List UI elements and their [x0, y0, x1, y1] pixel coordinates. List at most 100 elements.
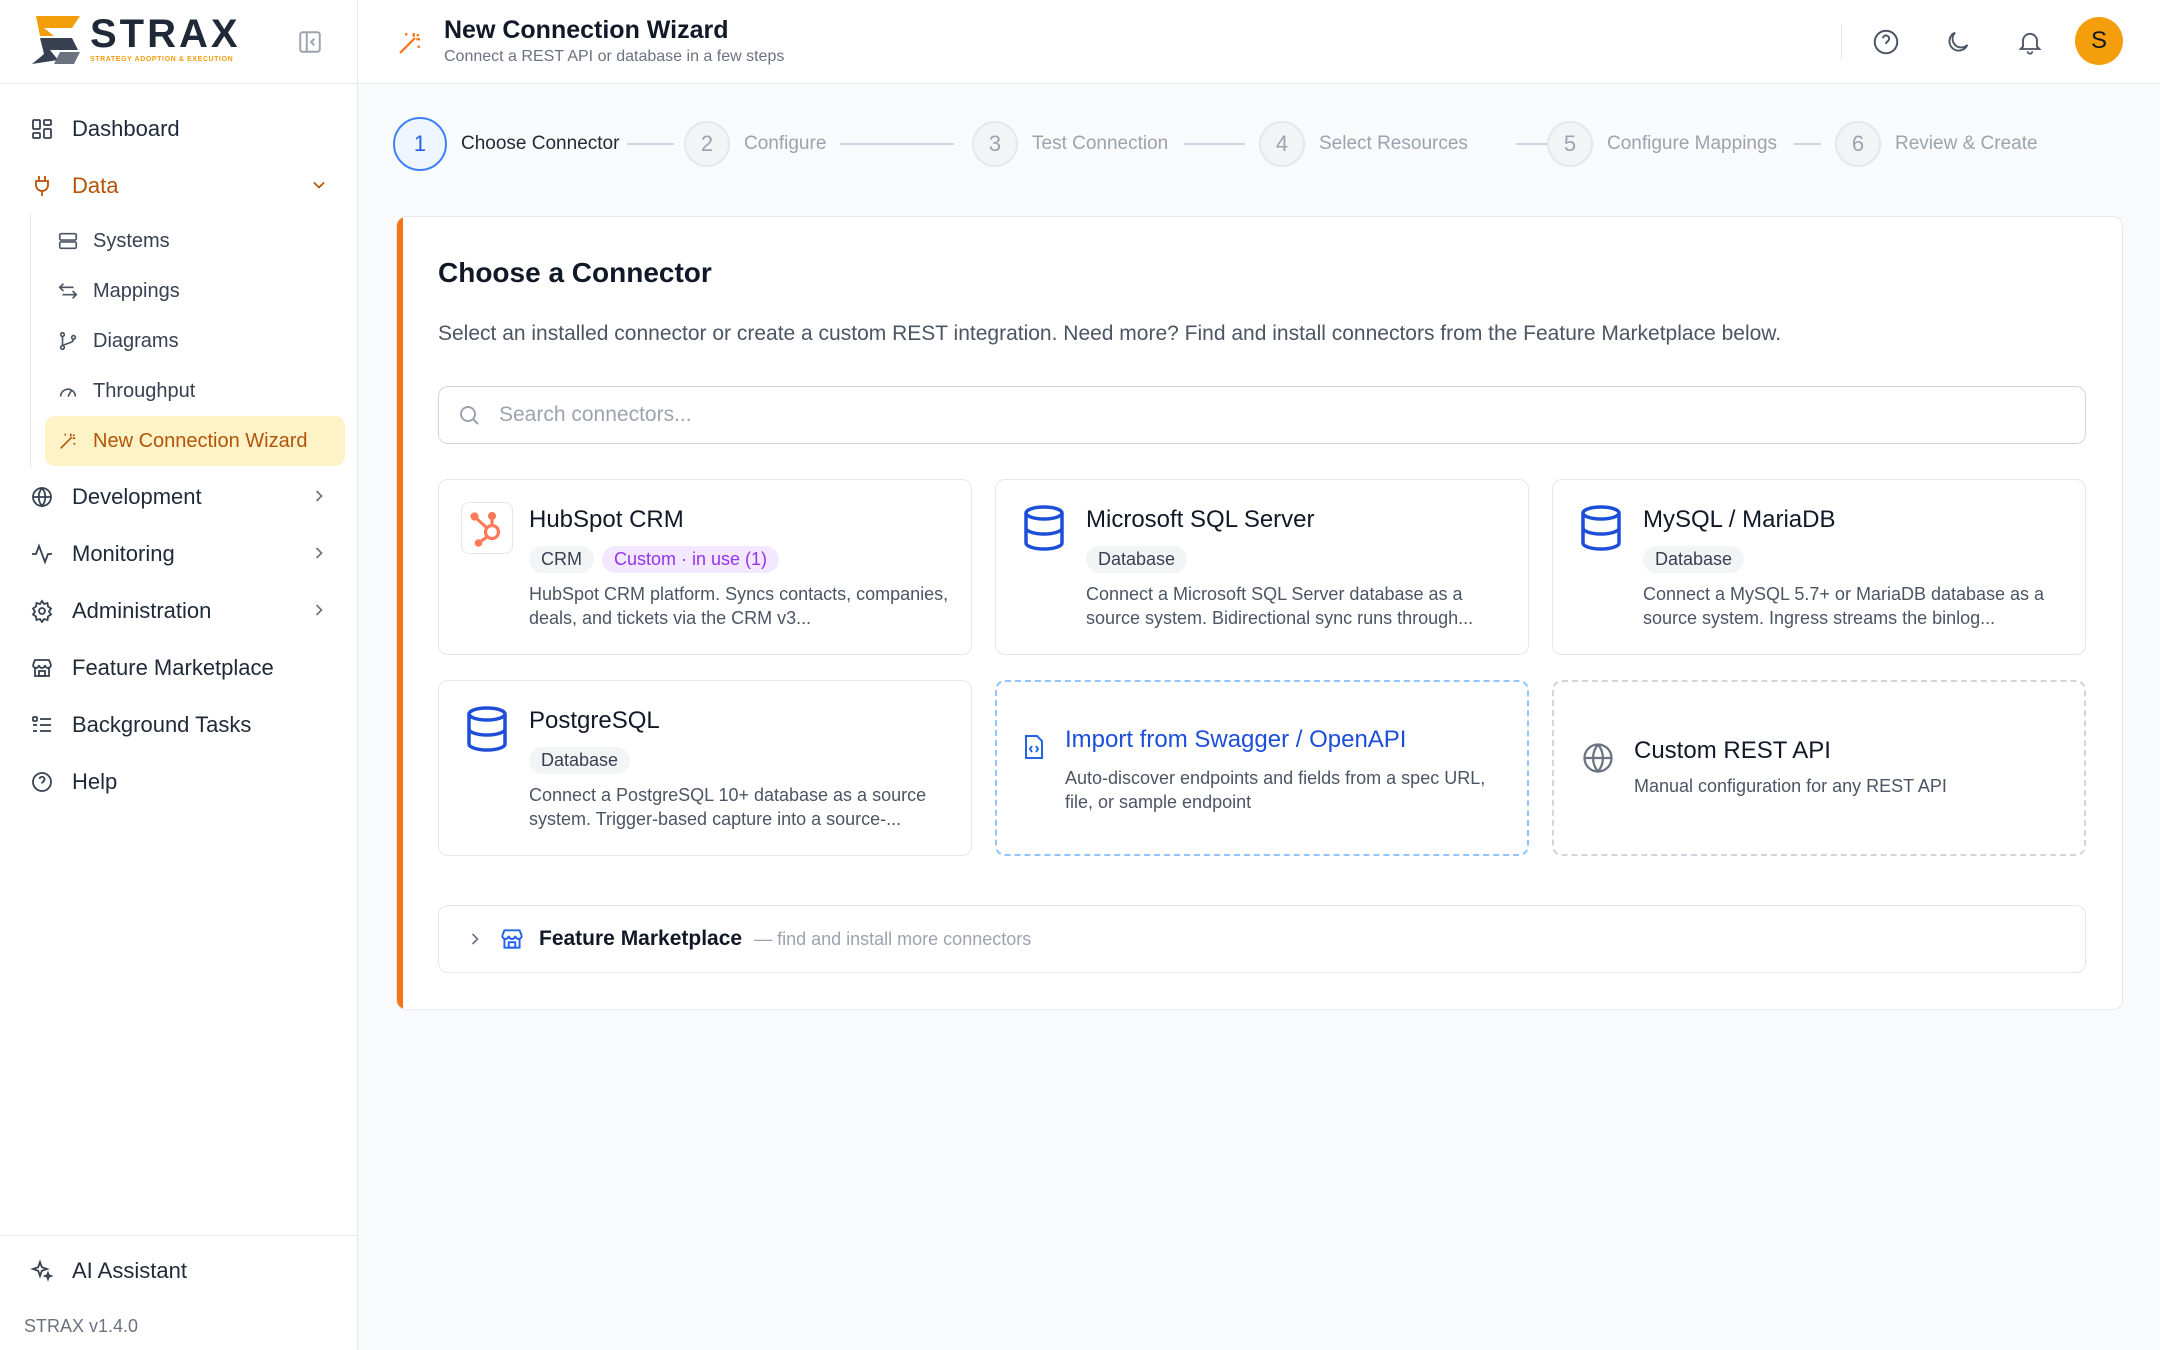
store-icon [32, 658, 52, 677]
swagger-title: Import from Swagger / OpenAPI [1065, 726, 1407, 753]
step-connector [840, 143, 954, 145]
step-4[interactable]: 4 Select Resources [1259, 117, 1468, 171]
top-bar: New Connection Wizard Connect a REST API… [359, 0, 2160, 84]
sidebar-item-diagrams[interactable]: Diagrams [45, 316, 345, 366]
sidebar-item-systems[interactable]: Systems [45, 216, 345, 266]
step-number: 1 [393, 117, 447, 171]
sidebar-item-help[interactable]: Help [0, 753, 357, 810]
step-5[interactable]: 5 Configure Mappings [1547, 117, 1777, 171]
sidebar-item-administration[interactable]: Administration [0, 582, 357, 639]
help-icon [1873, 29, 1899, 55]
connector-name: PostgreSQL [529, 707, 660, 734]
connector-search[interactable] [438, 386, 2086, 444]
user-avatar[interactable]: S [2075, 17, 2123, 65]
sidebar-item-feature-marketplace[interactable]: Feature Marketplace [0, 639, 357, 696]
page-subtitle: Connect a REST API or database in a few … [444, 48, 785, 65]
category-badge: Database [1086, 546, 1188, 573]
connector-card-mssql[interactable]: Microsoft SQL Server Database Connect a … [995, 479, 1529, 655]
step-1[interactable]: 1 Choose Connector [393, 117, 619, 171]
step-2[interactable]: 2 Configure [684, 117, 826, 171]
brand-name: STRAX [90, 12, 241, 56]
notifications-button[interactable] [2012, 24, 2048, 60]
sidebar-item-throughput[interactable]: Throughput [45, 366, 345, 416]
custom-rest-description: Manual configuration for any REST API [1634, 776, 1947, 796]
choose-connector-panel: Choose a Connector Select an installed c… [396, 216, 2123, 1010]
help-button[interactable] [1868, 24, 1904, 60]
sidebar-item-new-connection-wizard[interactable]: New Connection Wizard [45, 416, 345, 466]
sidebar-item-monitoring[interactable]: Monitoring [0, 525, 357, 582]
connector-icon [1575, 502, 1627, 554]
step-3[interactable]: 3 Test Connection [972, 117, 1168, 171]
step-6[interactable]: 6 Review & Create [1835, 117, 2038, 171]
brand-tagline: STRATEGY ADOPTION & EXECUTION [90, 56, 234, 63]
sparkles-icon [30, 1259, 54, 1282]
custom-rest-api-card[interactable]: Custom REST API Manual configuration for… [1552, 680, 2086, 856]
step-label: Review & Create [1895, 133, 2038, 154]
gauge-icon [59, 388, 77, 397]
custom-rest-title: Custom REST API [1634, 737, 1831, 764]
connector-card-hubspot[interactable]: HubSpot CRM CRM Custom · in use (1) HubS… [438, 479, 972, 655]
sidebar-item-data[interactable]: Data [0, 157, 357, 214]
category-badge: Database [529, 747, 631, 774]
swagger-description: Auto-discover endpoints and fields from … [1065, 768, 1486, 812]
step-label: Configure [744, 133, 827, 154]
sidebar-item-label: Administration [72, 597, 212, 623]
database-icon [1024, 505, 1064, 551]
sidebar-item-label: Systems [93, 229, 170, 252]
sidebar-item-mappings[interactable]: Mappings [45, 266, 345, 316]
sidebar-collapse-button[interactable] [294, 26, 326, 58]
sidebar-item-development[interactable]: Development [0, 468, 357, 525]
globe-icon [1583, 743, 1613, 774]
sidebar-item-label: Data [72, 172, 119, 198]
globe-icon [32, 486, 52, 507]
theme-toggle-button[interactable] [1940, 24, 1976, 60]
panel-description: Select an installed connector or create … [438, 322, 1782, 345]
connector-icon [1018, 502, 1070, 554]
plug-icon [35, 175, 49, 196]
hubspot-logo [461, 502, 513, 554]
sidebar-nav: Dashboard Data Systems Mappings Diagrams [0, 84, 357, 810]
connector-description: HubSpot CRM platform. Syncs contacts, co… [529, 584, 949, 628]
step-connector [1794, 143, 1821, 145]
sidebar-submenu-data: Systems Mappings Diagrams Throughput New… [30, 214, 357, 468]
bell-icon [2018, 32, 2042, 55]
sidebar-item-label: Mappings [93, 279, 180, 302]
sidebar-item-label: Monitoring [72, 540, 175, 566]
chevron-right-icon [471, 933, 479, 945]
marketplace-title: Feature Marketplace [539, 927, 743, 950]
step-number: 4 [1259, 121, 1305, 167]
arrows-icon [58, 283, 78, 299]
chevron-right-icon [315, 547, 323, 559]
ai-assistant-button[interactable]: AI Assistant [30, 1258, 187, 1284]
sidebar-header: STRAX STRATEGY ADOPTION & EXECUTION [0, 0, 357, 84]
step-connector [1184, 143, 1245, 145]
connector-description: Connect a PostgreSQL 10+ database as a s… [529, 785, 927, 829]
search-input[interactable] [499, 403, 1999, 427]
custom-in-use-badge: Custom · in use (1) [602, 546, 780, 573]
connector-card-mysql[interactable]: MySQL / MariaDB Database Connect a MySQL… [1552, 479, 2086, 655]
sidebar-item-background-tasks[interactable]: Background Tasks [0, 696, 357, 753]
connector-description: Connect a Microsoft SQL Server database … [1086, 584, 1474, 628]
gear-icon [31, 598, 53, 623]
import-swagger-card[interactable]: Import from Swagger / OpenAPI Auto-disco… [995, 680, 1529, 856]
wand-icon [399, 33, 420, 54]
chevron-down-icon [313, 181, 325, 189]
sidebar-item-label: Background Tasks [72, 711, 252, 737]
step-label: Configure Mappings [1607, 133, 1778, 154]
moon-icon [1948, 31, 1969, 52]
search-icon [460, 406, 479, 425]
connector-name: MySQL / MariaDB [1643, 506, 1836, 533]
marketplace-subtitle: — find and install more connectors [754, 928, 1032, 949]
sidebar-item-dashboard[interactable]: Dashboard [0, 100, 357, 157]
activity-icon [32, 542, 52, 565]
sidebar-item-label: Feature Marketplace [72, 654, 274, 680]
dashboard-icon [32, 118, 52, 139]
sidebar-item-label: New Connection Wizard [93, 429, 308, 452]
brand-logo[interactable]: STRAX STRATEGY ADOPTION & EXECUTION [30, 14, 241, 66]
chevron-right-icon [315, 490, 323, 502]
sidebar-footer: AI Assistant STRAX v1.4.0 [0, 1235, 358, 1350]
database-icon [467, 706, 507, 752]
git-branch-icon [59, 331, 77, 351]
feature-marketplace-expander[interactable]: Feature Marketplace — find and install m… [438, 905, 2086, 973]
connector-card-postgresql[interactable]: PostgreSQL Database Connect a PostgreSQL… [438, 680, 972, 856]
